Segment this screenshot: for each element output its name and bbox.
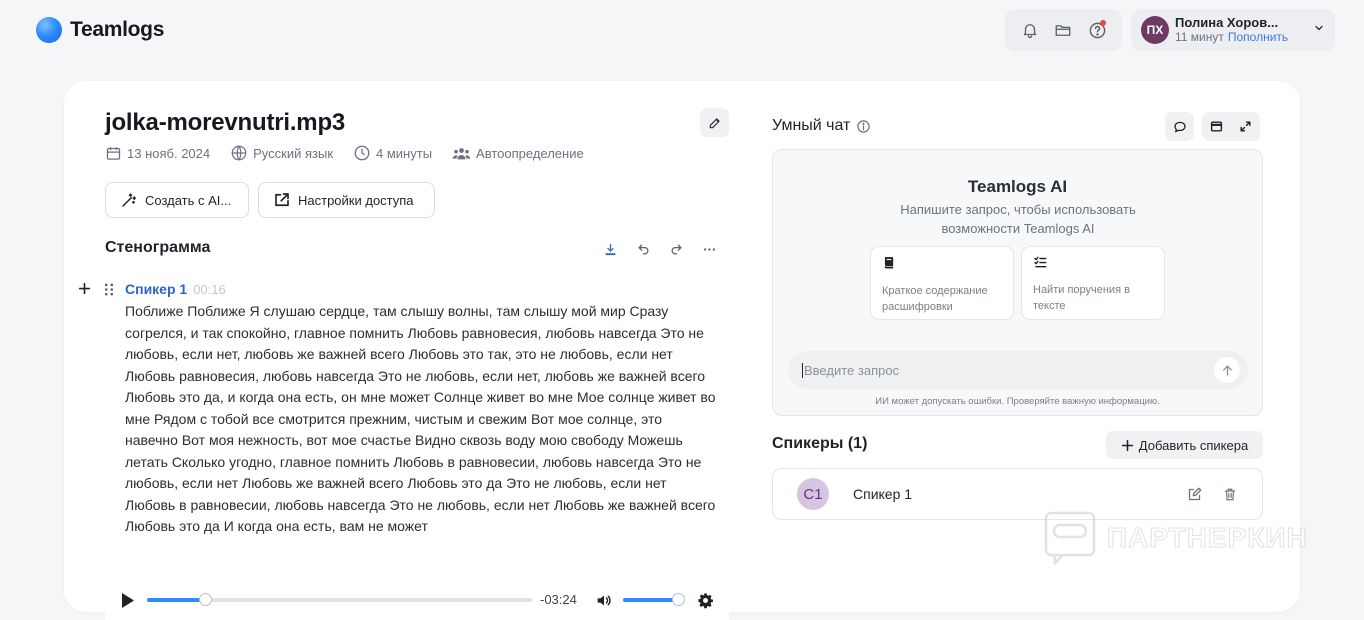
chat-input-placeholder: Введите запрос	[802, 362, 900, 378]
globe-icon	[231, 145, 247, 161]
seek-bar[interactable]	[147, 593, 532, 606]
add-segment-icon[interactable]	[78, 282, 92, 296]
brand-name: Teamlogs	[70, 18, 165, 41]
segment-header: Спикер 1 00:16	[125, 281, 226, 297]
transcript-title: Стенограмма	[105, 239, 211, 256]
chevron-down-icon[interactable]	[1313, 21, 1325, 39]
volume-handle[interactable]	[671, 593, 685, 606]
redo-icon[interactable]	[668, 241, 684, 257]
file-meta: 13 нояб. 2024 Русский язык 4 минуты Авто…	[105, 144, 584, 162]
edit-icon	[709, 117, 720, 128]
file-title: jolka-morevnutri.mp3	[105, 109, 346, 136]
people-icon	[452, 147, 471, 159]
folder-icon[interactable]	[1050, 17, 1076, 43]
speaker-avatar: С1	[797, 478, 829, 510]
info-icon	[857, 119, 871, 133]
chat-input[interactable]: Введите запрос	[788, 351, 1248, 389]
chat-panel: Teamlogs AI Напишите запрос, чтобы испол…	[772, 149, 1263, 416]
book-icon	[884, 257, 894, 269]
ai-title: Teamlogs AI	[967, 177, 1068, 196]
chat-view-controls	[1202, 112, 1260, 141]
magic-wand-icon	[122, 193, 137, 207]
clock-icon	[354, 145, 370, 161]
download-icon[interactable]	[602, 241, 618, 257]
audio-player: -03:24	[105, 584, 729, 620]
segment-timestamp[interactable]: 00:16	[193, 282, 226, 297]
more-icon[interactable]	[701, 241, 717, 257]
brand-logo[interactable]: Teamlogs	[36, 17, 164, 43]
speaker-detection: Автоопределение	[476, 145, 584, 161]
user-balance: 11 минут Пополнить	[1175, 30, 1311, 45]
edit-speaker-icon[interactable]	[1186, 486, 1202, 502]
help-icon[interactable]	[1084, 17, 1110, 43]
arrow-up-icon	[1222, 365, 1232, 375]
logo-mark-icon	[36, 17, 62, 43]
file-language: Русский язык	[253, 145, 334, 161]
smart-chat-label: Умный чат	[772, 117, 851, 134]
bell-icon[interactable]	[1017, 17, 1043, 43]
access-settings-label: Настройки доступа	[298, 192, 414, 208]
minutes-left: 11 минут	[1175, 30, 1224, 44]
panel-toggle-button[interactable]	[1202, 112, 1231, 141]
user-info: Полина Хоров... 11 минут Пополнить	[1175, 15, 1311, 45]
user-menu[interactable]: ПХ Полина Хоров... 11 минут Пополнить	[1131, 9, 1335, 51]
topup-link[interactable]: Пополнить	[1228, 30, 1288, 44]
add-speaker-button[interactable]: Добавить спикера	[1106, 431, 1263, 459]
drag-handle-icon[interactable]	[104, 283, 114, 301]
meta-date: 13 нояб. 2024	[105, 145, 210, 162]
expand-icon	[1240, 121, 1251, 132]
ai-disclaimer: ИИ может допускать ошибки. Проверяйте ва…	[875, 396, 1160, 407]
smart-chat-title: Умный чат	[772, 117, 871, 135]
ai-subtitle: Напишите запрос, чтобы использовать возм…	[900, 202, 1136, 236]
suggestion-summary-label: Краткое содержание расшифровки	[882, 285, 988, 313]
top-actions	[1005, 9, 1122, 51]
plus-icon	[1121, 439, 1133, 451]
chat-tools	[1165, 112, 1260, 141]
add-speaker-label: Добавить спикера	[1138, 437, 1249, 453]
meta-speakers: Автоопределение	[452, 145, 584, 162]
share-icon	[275, 193, 289, 207]
watermark: ПАРТНЕРКИН	[1043, 510, 1308, 566]
meta-duration: 4 минуты	[353, 144, 432, 162]
seek-handle[interactable]	[198, 593, 212, 606]
seek-progress	[147, 598, 205, 602]
top-bar: Teamlogs ПХ Полина Хоров... 11 минут Попо…	[0, 0, 1364, 62]
expand-button[interactable]	[1231, 112, 1260, 141]
user-name: Полина Хоров...	[1175, 15, 1279, 30]
create-ai-label: Создать с AI...	[145, 192, 232, 208]
undo-icon[interactable]	[635, 241, 651, 257]
avatar: ПХ	[1141, 16, 1169, 44]
time-remaining: -03:24	[540, 592, 577, 607]
segment-speaker[interactable]: Спикер 1	[125, 281, 187, 297]
watermark-logo-icon	[1044, 511, 1096, 566]
suggestion-tasks-label: Найти поручения в тексте	[1033, 284, 1130, 312]
checklist-icon	[1034, 256, 1047, 268]
file-duration: 4 минуты	[376, 145, 433, 161]
create-ai-button[interactable]: Создать с AI...	[105, 182, 249, 218]
transcript-tools	[602, 241, 717, 257]
trash-icon[interactable]	[1222, 486, 1238, 502]
speech-bubble-icon	[1173, 121, 1186, 132]
file-date: 13 нояб. 2024	[127, 145, 211, 161]
segment-text[interactable]: Поближе Поближе Я слушаю сердце, там слы…	[125, 301, 717, 538]
window-icon	[1210, 121, 1223, 132]
watermark-text: ПАРТНЕРКИН	[1107, 522, 1308, 554]
volume-slider[interactable]	[623, 593, 685, 606]
speaker-card-name: Спикер 1	[853, 486, 913, 502]
suggestion-tasks[interactable]: Найти поручения в тексте	[1021, 246, 1165, 320]
volume-icon[interactable]	[595, 592, 613, 614]
play-icon[interactable]	[121, 592, 135, 614]
access-settings-button[interactable]: Настройки доступа	[258, 182, 435, 218]
volume-level	[623, 598, 678, 602]
gear-icon[interactable]	[697, 592, 714, 614]
chat-history-button[interactable]	[1165, 112, 1194, 141]
speakers-title: Спикеры (1)	[772, 435, 868, 452]
meta-language: Русский язык	[230, 144, 333, 162]
speaker-actions	[1186, 486, 1238, 502]
calendar-icon	[106, 146, 121, 160]
suggestion-summary[interactable]: Краткое содержание расшифровки	[870, 246, 1014, 320]
edit-title-button[interactable]	[700, 108, 729, 137]
send-button[interactable]	[1214, 357, 1240, 383]
